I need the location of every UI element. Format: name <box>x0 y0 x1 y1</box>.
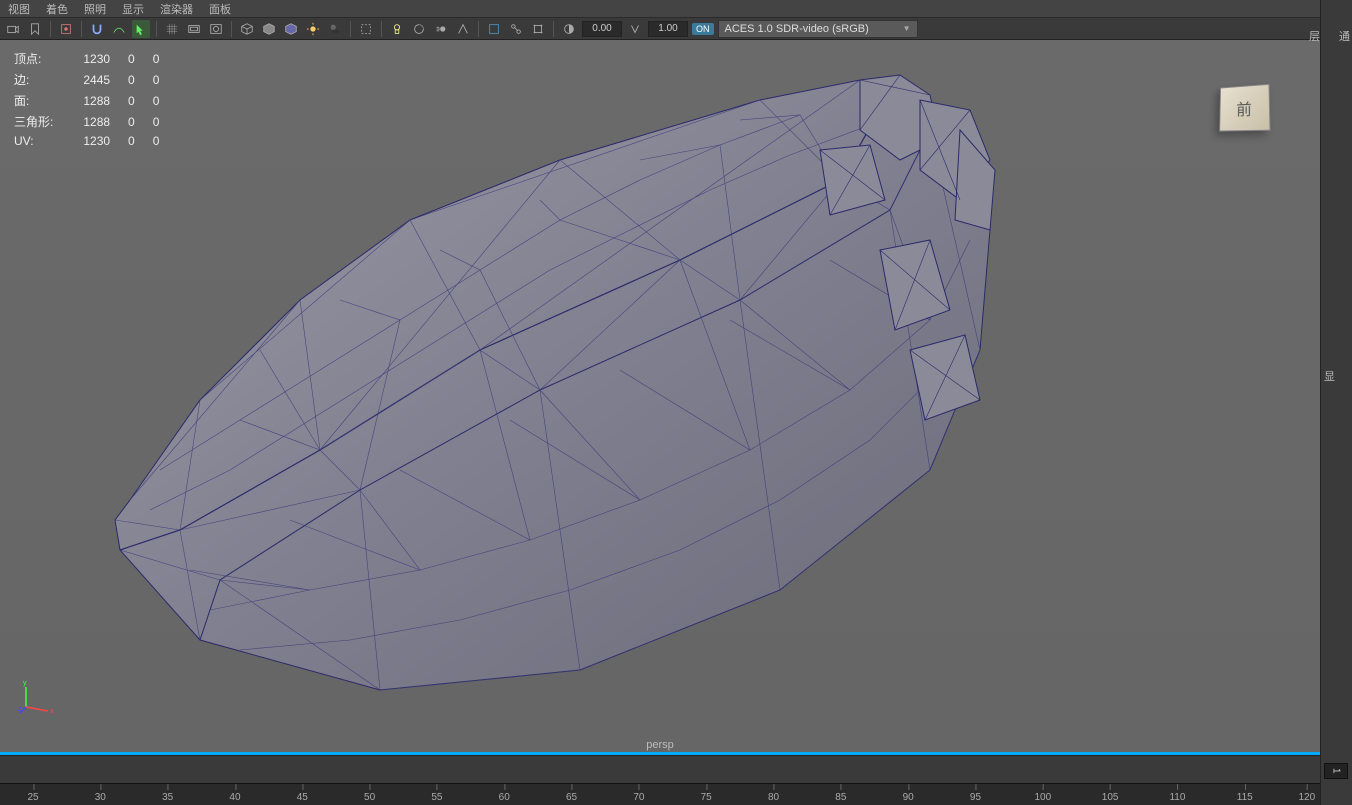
grid-icon[interactable] <box>163 20 181 38</box>
use-all-lights-icon[interactable] <box>304 20 322 38</box>
chevron-down-icon: ▼ <box>903 24 911 33</box>
time-tick: 25 <box>27 792 38 803</box>
time-tick: 45 <box>297 792 308 803</box>
menu-panels[interactable]: 面板 <box>209 1 231 17</box>
viewport-menubar: 视图 着色 照明 显示 渲染器 面板 <box>0 0 1352 18</box>
stat-row-edges: 边:244500 <box>14 69 177 90</box>
time-tick: 110 <box>1169 792 1185 803</box>
time-tick: 115 <box>1237 792 1253 803</box>
isolate-icon[interactable] <box>357 20 375 38</box>
selection-highlight-icon[interactable] <box>132 20 150 38</box>
time-tick: 35 <box>162 792 173 803</box>
svg-text:x: x <box>50 708 54 715</box>
light-icon[interactable] <box>388 20 406 38</box>
film-gate-icon[interactable] <box>185 20 203 38</box>
time-tick: 80 <box>768 792 779 803</box>
right-panel-mid-label: 显 <box>1322 360 1337 392</box>
time-tick: 100 <box>1034 792 1051 803</box>
viewcube[interactable]: 前 <box>1218 85 1280 147</box>
menu-shading[interactable]: 着色 <box>46 1 68 17</box>
time-tick: 95 <box>970 792 981 803</box>
time-tick: 85 <box>835 792 846 803</box>
time-tick: 120 <box>1298 792 1315 803</box>
xray-components-icon[interactable] <box>529 20 547 38</box>
wireframe-icon[interactable] <box>238 20 256 38</box>
textured-icon[interactable] <box>282 20 300 38</box>
magnet-icon[interactable] <box>88 20 106 38</box>
antialias-icon[interactable] <box>454 20 472 38</box>
time-tick: 30 <box>95 792 106 803</box>
exposure-field[interactable] <box>582 21 622 37</box>
colorspace-label: ACES 1.0 SDR-video (sRGB) <box>725 23 869 35</box>
time-tick: 70 <box>633 792 644 803</box>
menu-lighting[interactable]: 照明 <box>84 1 106 17</box>
svg-text:z: z <box>18 706 22 713</box>
time-tick: 75 <box>701 792 712 803</box>
time-tick: 55 <box>431 792 442 803</box>
stat-row-tris: 三角形:128800 <box>14 111 177 132</box>
colorspace-toggle[interactable]: ON <box>692 23 714 35</box>
ao-icon[interactable] <box>410 20 428 38</box>
svg-text:y: y <box>23 680 27 687</box>
motion-blur-icon[interactable] <box>432 20 450 38</box>
menu-renderer[interactable]: 渲染器 <box>160 1 193 17</box>
gate-mask-icon[interactable] <box>207 20 225 38</box>
time-ruler[interactable]: 25 30 35 40 45 50 55 60 65 70 75 80 85 9… <box>0 783 1320 805</box>
time-tick: 60 <box>499 792 510 803</box>
menu-view[interactable]: 视图 <box>8 1 30 17</box>
smooth-shade-icon[interactable] <box>260 20 278 38</box>
gamma-field[interactable] <box>648 21 688 37</box>
poly-stats: 顶点:123000 边:244500 面:128800 三角形:128800 U… <box>14 48 177 150</box>
stat-row-verts: 顶点:123000 <box>14 48 177 69</box>
exposure-icon[interactable] <box>560 20 578 38</box>
xray-joints-icon[interactable] <box>507 20 525 38</box>
viewcube-front-face[interactable]: 前 <box>1219 84 1270 132</box>
current-frame-box[interactable]: 1 <box>1324 763 1348 779</box>
camera-select-icon[interactable] <box>4 20 22 38</box>
shadows-icon[interactable] <box>326 20 344 38</box>
right-panel[interactable]: 通 显 层 1 <box>1320 0 1352 805</box>
time-tick: 40 <box>229 792 240 803</box>
viewport-scene[interactable] <box>0 40 1320 755</box>
colorspace-dropdown[interactable]: ACES 1.0 SDR-video (sRGB) ▼ <box>718 20 918 38</box>
time-tick: 90 <box>903 792 914 803</box>
time-tick: 50 <box>364 792 375 803</box>
render-icon[interactable] <box>57 20 75 38</box>
stat-row-faces: 面:128800 <box>14 90 177 111</box>
axis-gizmo[interactable]: y x z <box>18 675 58 715</box>
time-tick: 105 <box>1102 792 1119 803</box>
timeline: 25 30 35 40 45 50 55 60 65 70 75 80 85 9… <box>0 755 1320 805</box>
gamma-icon[interactable] <box>626 20 644 38</box>
mesh-wireframe <box>60 50 1010 730</box>
time-track[interactable] <box>0 755 1320 783</box>
xray-icon[interactable] <box>485 20 503 38</box>
bookmark-icon[interactable] <box>26 20 44 38</box>
right-panel-top-label: 通 <box>1337 20 1352 52</box>
stat-row-uvs: UV:123000 <box>14 132 177 150</box>
curve-icon[interactable] <box>110 20 128 38</box>
viewport[interactable]: 顶点:123000 边:244500 面:128800 三角形:128800 U… <box>0 40 1320 755</box>
viewport-toolbar: ON ACES 1.0 SDR-video (sRGB) ▼ <box>0 18 1352 40</box>
menu-show[interactable]: 显示 <box>122 1 144 17</box>
right-panel-layer-label: 层 <box>1307 20 1322 52</box>
time-tick: 65 <box>566 792 577 803</box>
camera-name-label: persp <box>646 739 674 751</box>
